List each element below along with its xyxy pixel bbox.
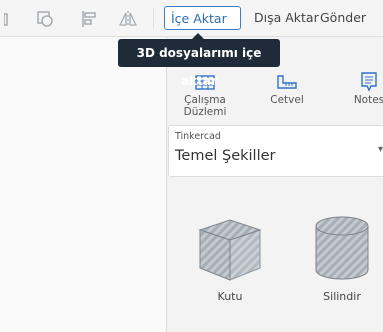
top-toolbar: İçe Aktar Dışa Aktar Gönder [0,0,383,37]
shape-box[interactable]: Kutu [192,212,268,312]
ruler-icon [275,72,299,92]
shape-label: Silindir [323,290,361,303]
send-to-button[interactable]: Gönder [314,6,372,30]
workplane-label-2: Düzlemi [183,106,227,118]
notes-tool[interactable]: Notes [339,72,383,106]
library-source-label: Tinkercad [175,131,221,142]
notes-icon [357,72,381,92]
shape-cylinder[interactable]: Silindir [304,212,380,312]
mirror-icon[interactable] [118,9,138,29]
import-button[interactable]: İçe Aktar [164,6,241,30]
align-icon[interactable] [36,9,56,29]
toolbar-divider [153,8,154,28]
ruler-tool[interactable]: Cetvel [257,75,317,106]
chevron-down-icon: ▾ [377,144,383,155]
workplane-label-1: Çalışma [184,94,226,106]
cylinder-shape-icon [315,216,369,280]
shape-label: Kutu [217,290,243,303]
group-icon[interactable] [4,9,24,29]
distribute-icon[interactable] [80,9,100,29]
import-tooltip: 3D dosyalarımı içe aktar [118,39,280,88]
box-shape-icon [198,219,262,281]
notes-label: Notes [353,94,383,106]
workplane-canvas[interactable] [0,36,167,332]
workplane-tool[interactable]: Çalışma Düzlemi [175,75,235,118]
ruler-label: Cetvel [270,94,304,106]
library-name: Temel Şekiller [175,148,276,164]
shape-library-selector[interactable]: Tinkercad Temel Şekiller ▾ [168,125,383,177]
